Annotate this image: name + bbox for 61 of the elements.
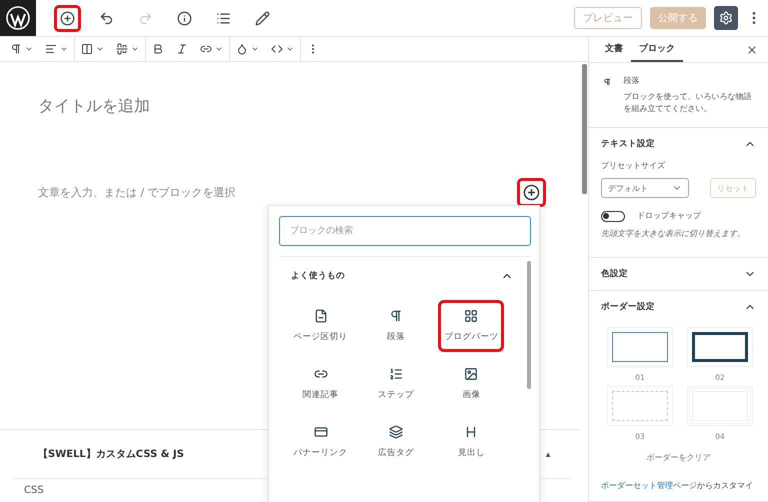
paragraph-icon	[388, 309, 403, 323]
settings-button[interactable]	[714, 6, 738, 30]
drop-cap-toggle[interactable]	[601, 210, 625, 222]
collapse-toggle[interactable]: ▲	[544, 450, 552, 458]
css-label: CSS	[23, 484, 45, 498]
sidebar-tab[interactable]: 文書	[597, 37, 631, 62]
customize-note: ボーダーセット管理ページからカスタマイ	[601, 480, 754, 491]
caret-icon[interactable]	[286, 45, 294, 53]
block-item[interactable]: 段落	[362, 300, 429, 352]
title-placeholder[interactable]: タイトルを追加	[0, 62, 580, 156]
italic-icon[interactable]	[176, 43, 188, 55]
info-icon[interactable]	[177, 10, 192, 26]
block-item[interactable]: 見出し	[438, 416, 504, 468]
add-button[interactable]	[54, 4, 81, 32]
preset-size-select[interactable]: デフォルト	[601, 178, 689, 198]
align-icon[interactable]	[45, 43, 57, 55]
block-item[interactable]: ブログパーツ	[438, 300, 504, 352]
border-style-option[interactable]	[687, 327, 753, 367]
block-item[interactable]: 画像	[438, 358, 504, 410]
gear-icon	[719, 11, 733, 25]
add-icon[interactable]	[60, 10, 75, 26]
undo-icon[interactable]	[99, 10, 114, 26]
paragraph-placeholder[interactable]: 文章を入力、または / でブロックを選択	[38, 185, 517, 200]
add-icon[interactable]	[523, 184, 540, 201]
caret-icon[interactable]	[60, 45, 68, 53]
block-item[interactable]: 広告タグ	[362, 416, 429, 468]
drop-cap-label: ドロップキャップ	[637, 210, 701, 222]
edit-icon[interactable]	[255, 10, 270, 26]
paragraph-icon[interactable]	[10, 43, 22, 55]
block-search-field[interactable]: ブロックの検索	[279, 216, 531, 246]
border-set-link[interactable]: ボーダーセット管理ページ	[601, 481, 697, 490]
caret-icon[interactable]	[131, 45, 139, 53]
sidebar-tab[interactable]: ブロック	[631, 37, 683, 62]
block-item[interactable]: ページ区切り	[288, 300, 354, 352]
color-settings-title[interactable]: 色設定	[601, 268, 628, 280]
close-icon[interactable]	[746, 44, 758, 56]
section-title: よく使うもの	[291, 270, 345, 282]
caret-icon[interactable]	[96, 45, 104, 53]
drop-cap-help: 先頭文字を大きな表示に切り替えます。	[601, 228, 746, 240]
image-icon	[464, 367, 478, 381]
block-item[interactable]: ステップ	[362, 358, 429, 410]
preset-size-label: プリセットサイズ	[601, 160, 666, 172]
caret-icon[interactable]	[25, 45, 33, 53]
clear-border-button[interactable]: ボーダーをクリア	[640, 451, 716, 464]
bold-icon[interactable]	[152, 43, 164, 55]
block-name: 段落	[623, 75, 640, 87]
border-settings-title[interactable]: ボーダー設定	[601, 301, 655, 313]
link-icon[interactable]	[200, 43, 212, 55]
spacing-icon[interactable]	[116, 43, 128, 55]
caret-icon[interactable]	[215, 45, 223, 53]
text-settings-title[interactable]: テキスト設定	[601, 138, 655, 150]
code-icon[interactable]	[271, 43, 283, 55]
scrollbar-thumb[interactable]	[527, 261, 531, 389]
outline-icon[interactable]	[216, 10, 231, 26]
meta-box-title: 【SWELL】カスタムCSS & JS	[38, 448, 184, 461]
block-item[interactable]: バナーリンク	[288, 416, 354, 468]
caret-icon[interactable]	[251, 45, 259, 53]
block-item[interactable]: 関連記事	[288, 358, 354, 410]
scrollbar-thumb[interactable]	[582, 64, 586, 194]
block-description: ブロックを使って、いろいろな物語を組み立ててください。	[623, 91, 752, 115]
logo-tile[interactable]	[0, 0, 36, 36]
